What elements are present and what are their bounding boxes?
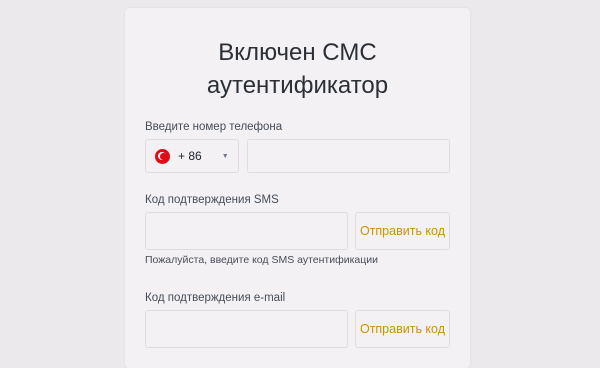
caret-down-icon: ▼ [221, 152, 229, 160]
sms-authenticator-dialog: Включен СМС аутентификатор Введите номер… [125, 8, 470, 368]
sms-code-input[interactable] [145, 212, 348, 250]
sms-code-hint: Пожалуйста, введите код SMS аутентификац… [145, 254, 378, 266]
country-code-select[interactable]: + 86 ▼ [145, 139, 239, 173]
phone-number-input[interactable] [247, 139, 450, 173]
country-code-value: + 86 [178, 149, 202, 163]
send-email-code-button[interactable]: Отправить код [355, 310, 450, 348]
email-code-input[interactable] [145, 310, 348, 348]
send-sms-code-button[interactable]: Отправить код [355, 212, 450, 250]
dialog-title-line2: аутентификатор [206, 72, 389, 99]
dialog-title: Включен СМС аутентификатор [125, 36, 470, 102]
phone-label: Введите номер телефона [145, 121, 283, 133]
email-code-label: Код подтверждения e-mail [145, 292, 286, 304]
dialog-title-line1: Включен СМС [218, 39, 377, 66]
turkey-flag-icon [155, 148, 170, 164]
sms-code-label: Код подтверждения SMS [145, 194, 279, 206]
